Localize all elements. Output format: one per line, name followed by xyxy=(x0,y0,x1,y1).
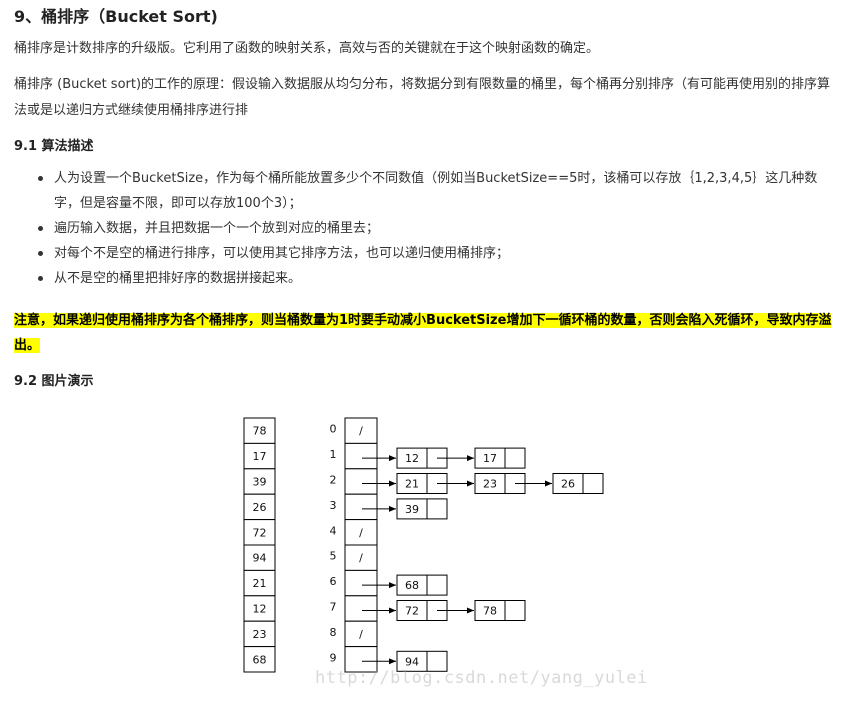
input-value: 68 xyxy=(253,653,267,666)
node-value: 21 xyxy=(405,478,419,491)
empty-bucket-marker: / xyxy=(359,628,363,641)
bucket-index: 4 xyxy=(330,524,337,537)
node-value: 78 xyxy=(483,605,497,618)
bucket-index: 7 xyxy=(330,601,337,614)
input-value: 78 xyxy=(253,425,267,438)
bucket-cell xyxy=(344,442,378,470)
bucket-sort-diagram: 78173926729421122368 0/1234/5/678/9 12 17… xyxy=(243,417,604,673)
node-value: 72 xyxy=(405,605,419,618)
input-value: 72 xyxy=(253,526,267,539)
empty-bucket-marker: / xyxy=(359,552,363,565)
empty-bucket-marker: / xyxy=(359,425,363,438)
bucket-index: 2 xyxy=(330,474,337,487)
bucket-index: 5 xyxy=(330,550,337,563)
input-value: 23 xyxy=(253,628,267,641)
node-value: 68 xyxy=(405,579,419,592)
empty-bucket-marker: / xyxy=(359,526,363,539)
node-value: 26 xyxy=(561,478,575,491)
bucket-index: 1 xyxy=(330,448,337,461)
input-array: 78 17 39 26 72 94 21 12 23 68 xyxy=(243,417,276,673)
input-value: 26 xyxy=(253,501,267,514)
bucket-cell xyxy=(344,595,378,622)
input-value: 17 xyxy=(253,450,267,463)
bucket-cell xyxy=(344,569,378,597)
node-value: 94 xyxy=(405,655,419,668)
bucket-index: 9 xyxy=(330,651,337,664)
bucket-index: 6 xyxy=(330,575,337,588)
watermark: http://blog.csdn.net/yang_yulei xyxy=(315,668,648,688)
node-value: 39 xyxy=(405,503,419,516)
bucket-chains: 12 17 21 23 26 39 68 72 78 94 xyxy=(362,447,604,672)
input-value: 21 xyxy=(253,577,267,590)
bucket-index: 8 xyxy=(330,626,337,639)
node-value: 12 xyxy=(405,452,419,465)
input-value: 39 xyxy=(253,476,267,489)
bucket-array: 0 / 1 2 3 4 / 5 / 6 7 8 / 9 xyxy=(330,417,378,673)
bucket-cell xyxy=(344,493,378,521)
bucket-index: 0 xyxy=(330,423,337,436)
bucket-cell xyxy=(344,468,378,495)
node-value: 17 xyxy=(483,452,497,465)
input-value: 94 xyxy=(253,552,267,565)
node-value: 23 xyxy=(483,478,497,491)
input-value: 12 xyxy=(253,603,267,616)
bucket-index: 3 xyxy=(330,499,337,512)
